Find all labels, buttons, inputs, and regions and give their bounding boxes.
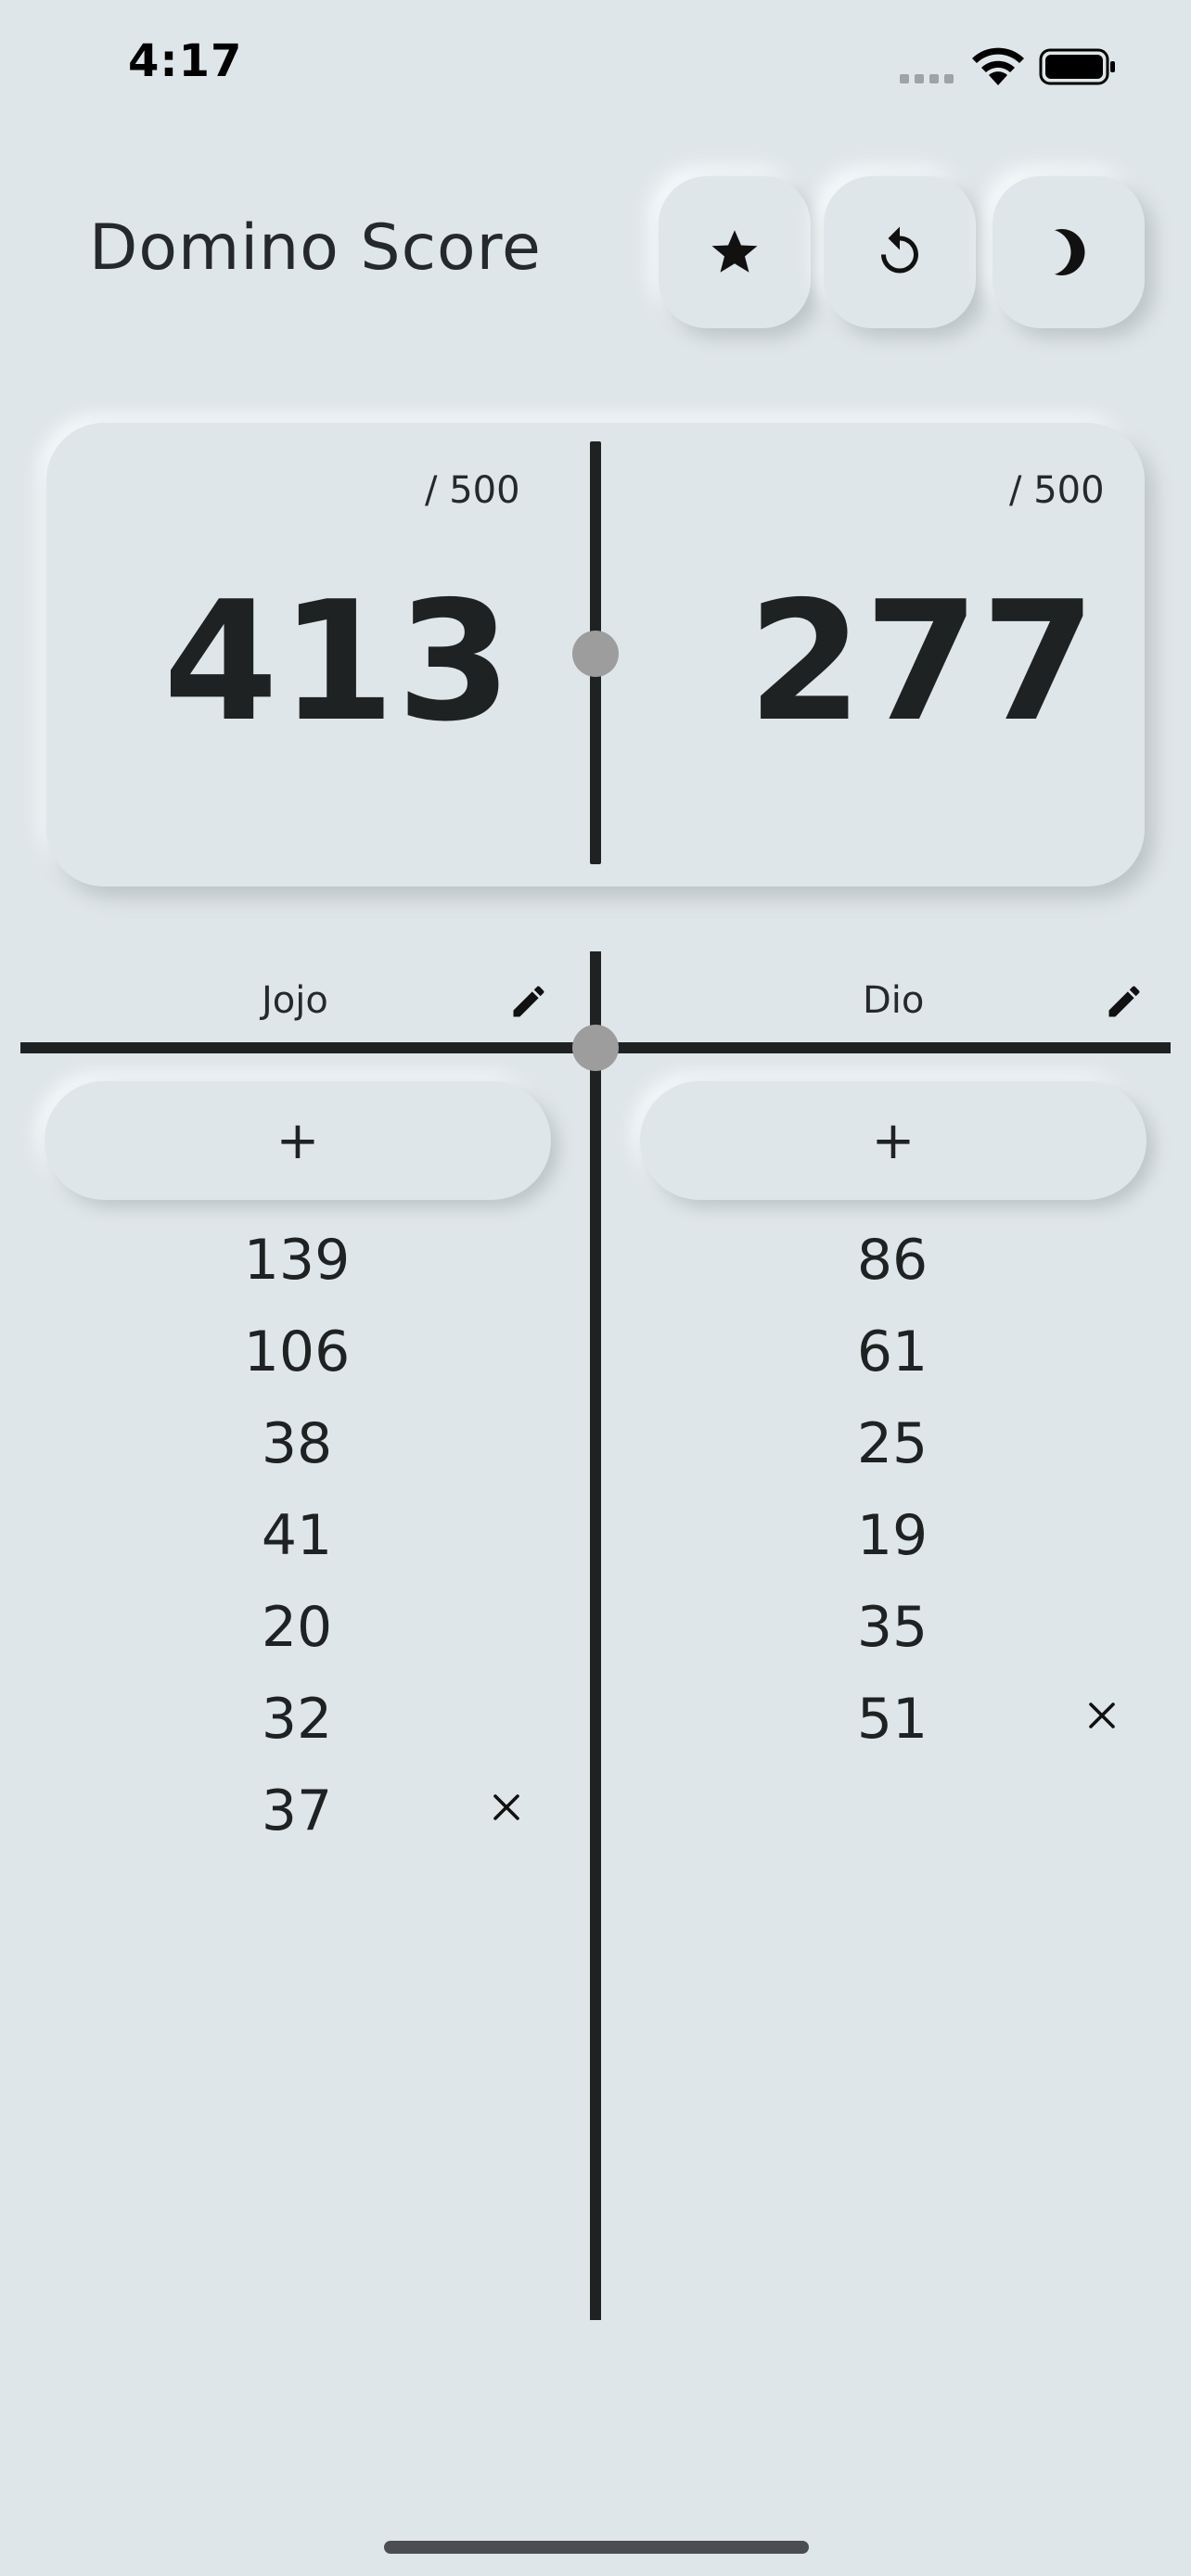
edit-icon[interactable] — [508, 981, 549, 1022]
star-icon — [711, 230, 758, 273]
score-entry: 35 — [856, 1595, 928, 1660]
score-entry: 38 — [261, 1411, 333, 1476]
divider-dot — [572, 1025, 619, 1071]
left-total-score: 413 — [163, 566, 514, 758]
left-target: / 500 — [425, 469, 520, 512]
moon-icon — [1055, 229, 1085, 275]
right-target: / 500 — [1009, 469, 1105, 512]
score-entry: 139 — [243, 1228, 351, 1293]
score-entry: 106 — [243, 1320, 351, 1384]
score-entry: 86 — [856, 1228, 928, 1293]
score-entry: 32 — [261, 1687, 333, 1752]
score-entry: 51 — [856, 1687, 928, 1752]
add-score-button-right[interactable]: + — [640, 1081, 1146, 1200]
column-divider — [590, 951, 601, 2320]
delete-last-score-icon[interactable] — [490, 1791, 523, 1824]
reset-button[interactable] — [824, 176, 976, 328]
score-entry: 20 — [261, 1595, 333, 1660]
score-entry: 61 — [856, 1320, 928, 1384]
score-entry: 19 — [856, 1503, 928, 1568]
score-entry: 37 — [261, 1779, 333, 1843]
restart-icon — [881, 226, 918, 274]
wifi-icon — [972, 47, 1024, 85]
player-name-right: Dio — [863, 979, 925, 1022]
score-entry: 41 — [261, 1503, 333, 1568]
edit-icon[interactable] — [1104, 981, 1145, 1022]
app-title: Domino Score — [89, 211, 542, 285]
score-list-right: 86 61 25 19 35 51 — [744, 1215, 1041, 1766]
player-name-left: Jojo — [262, 979, 328, 1022]
delete-last-score-icon[interactable] — [1085, 1699, 1119, 1732]
score-entry: 25 — [856, 1411, 928, 1476]
divider-dot — [572, 631, 619, 677]
favorite-button[interactable] — [659, 176, 811, 328]
battery-icon — [1039, 48, 1115, 85]
status-time: 4:17 — [128, 35, 243, 87]
add-score-button-left[interactable]: + — [45, 1081, 551, 1200]
home-indicator[interactable] — [384, 2541, 809, 2554]
right-total-score: 277 — [748, 566, 1098, 758]
theme-button[interactable] — [992, 176, 1145, 328]
signal-icon — [900, 74, 955, 83]
score-list-left: 139 106 38 41 20 32 37 — [148, 1215, 445, 1857]
